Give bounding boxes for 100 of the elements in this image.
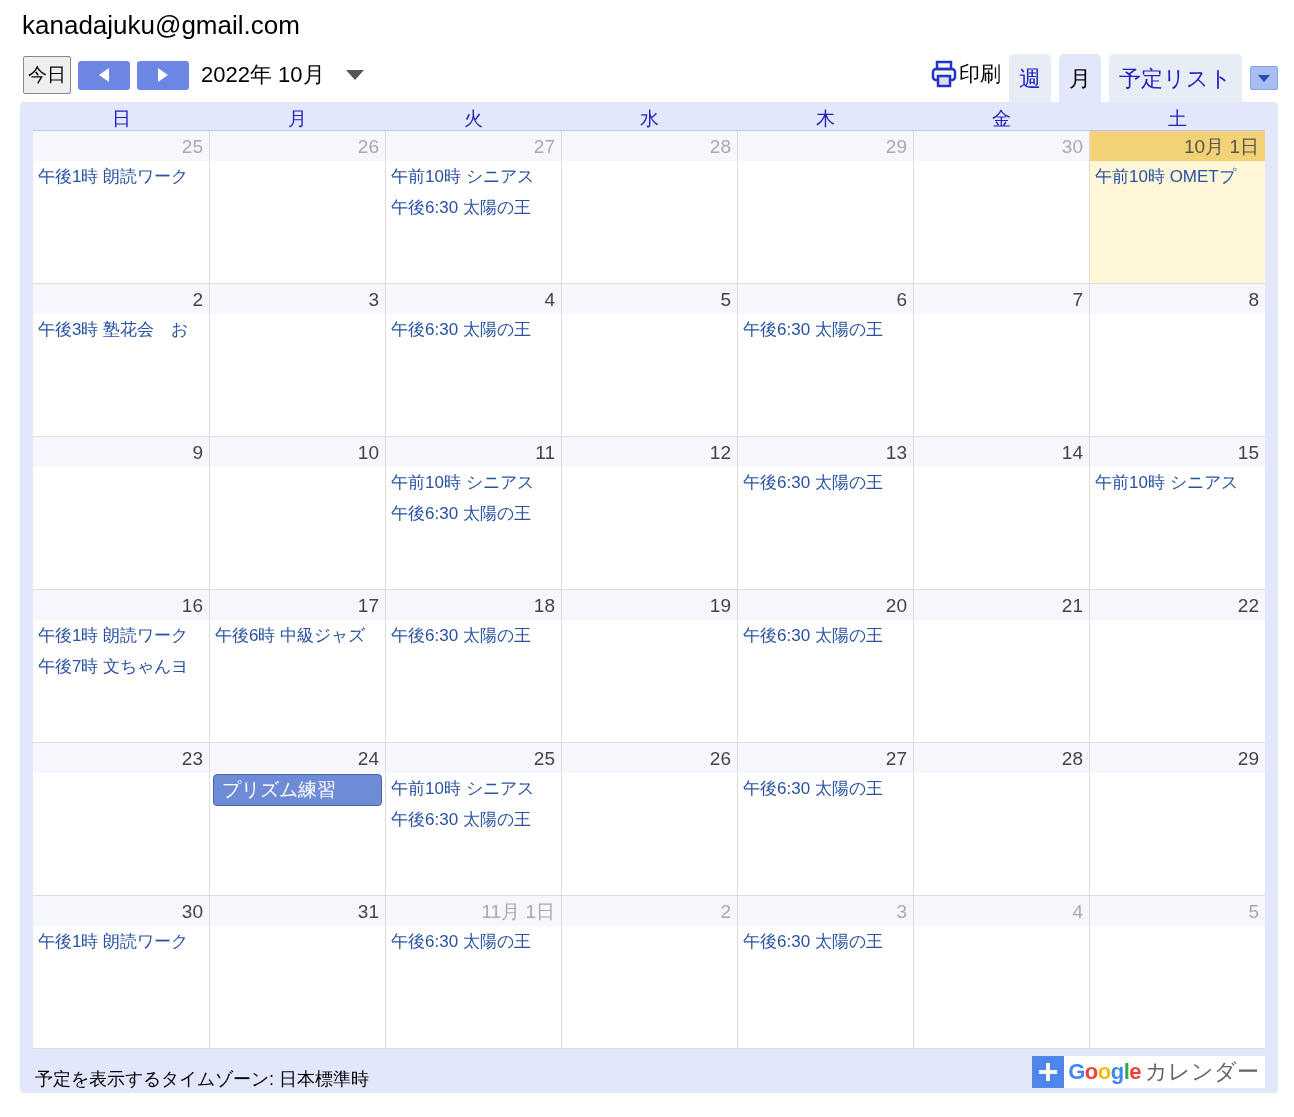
day-cell[interactable]: 18 午後6:30 太陽の王 (385, 590, 561, 742)
day-cell[interactable]: 22 (1089, 590, 1265, 742)
date-number: 24 (210, 743, 385, 773)
view-tab[interactable]: 週 (1009, 54, 1051, 102)
next-button[interactable] (137, 60, 189, 90)
date-number: 31 (210, 896, 385, 926)
event-link[interactable]: 午後6:30 太陽の王 (738, 926, 883, 957)
left-triangle-icon (99, 68, 109, 82)
date-number: 28 (914, 743, 1089, 773)
event-link[interactable]: 午後6:30 太陽の王 (386, 620, 531, 651)
date-number: 25 (33, 131, 209, 161)
event-link[interactable]: 午前10時 シニアス (386, 467, 534, 498)
day-cell[interactable]: 8 (1089, 284, 1265, 436)
date-number: 19 (562, 590, 737, 620)
right-triangle-icon (158, 68, 168, 82)
weekday-header: 土 (1166, 107, 1188, 130)
event-link[interactable]: 午後6時 中級ジャズ (210, 620, 366, 651)
date-number: 21 (914, 590, 1089, 620)
date-number: 10月 1日 (1090, 131, 1265, 161)
day-cell[interactable]: 7 (913, 284, 1089, 436)
date-number: 3 (210, 284, 385, 314)
day-cell[interactable]: 11 午前10時 シニアス 午後6:30 太陽の王 (385, 437, 561, 589)
event-link[interactable]: 午後6:30 太陽の王 (386, 192, 531, 223)
printer-icon (931, 60, 957, 88)
date-number: 27 (738, 743, 913, 773)
day-cell[interactable]: 28 (913, 743, 1089, 895)
today-button[interactable]: 今日 (23, 56, 71, 94)
day-cell[interactable]: 26 (561, 743, 737, 895)
date-number: 20 (738, 590, 913, 620)
day-cell[interactable]: 4 午後6:30 太陽の王 (385, 284, 561, 436)
day-cell[interactable]: 27 午前10時 シニアス 午後6:30 太陽の王 (385, 131, 561, 283)
date-number: 4 (386, 284, 561, 314)
timezone-note: 予定を表示するタイムゾーン: 日本標準時 (35, 1068, 369, 1091)
weekday-header: 月 (286, 107, 308, 130)
day-cell[interactable]: 6 午後6:30 太陽の王 (737, 284, 913, 436)
date-number: 2 (562, 896, 737, 926)
day-cell[interactable]: 14 (913, 437, 1089, 589)
day-cell[interactable]: 5 (561, 284, 737, 436)
print-button[interactable]: 印刷 (931, 60, 1001, 102)
dropdown-button[interactable] (1250, 66, 1278, 90)
day-cell[interactable]: 31 (209, 896, 385, 1048)
event-link[interactable]: 午前10時 シニアス (1090, 467, 1238, 498)
date-number: 13 (738, 437, 913, 467)
previous-button[interactable] (78, 60, 130, 90)
event-link[interactable]: 午後6:30 太陽の王 (738, 314, 883, 345)
weekday-header: 火 (462, 107, 484, 130)
date-number: 14 (914, 437, 1089, 467)
day-cell[interactable]: 11月 1日 午後6:30 太陽の王 (385, 896, 561, 1048)
plus-icon (1032, 1056, 1065, 1088)
event-link[interactable]: 午後6:30 太陽の王 (386, 804, 531, 835)
event-link[interactable]: 午後3時 塾花会 お (33, 314, 189, 345)
view-tab[interactable]: 予定リスト (1109, 54, 1242, 102)
date-number: 18 (386, 590, 561, 620)
event-link[interactable]: 午後6:30 太陽の王 (738, 773, 883, 804)
event-link[interactable]: 午後1時 朗読ワーク (33, 161, 189, 192)
day-cell[interactable]: 24 プリズム練習 (209, 743, 385, 895)
date-number: 7 (914, 284, 1089, 314)
date-number: 29 (1090, 743, 1265, 773)
day-cell[interactable]: 15 午前10時 シニアス (1089, 437, 1265, 589)
weekday-header: 水 (638, 107, 660, 130)
event-link[interactable]: 午後6:30 太陽の王 (386, 498, 531, 529)
day-cell[interactable]: 13 午後6:30 太陽の王 (737, 437, 913, 589)
caret-icon[interactable] (345, 70, 364, 80)
event-link[interactable]: 午前10時 シニアス (386, 161, 534, 192)
day-cell[interactable]: 20 午後6:30 太陽の王 (737, 590, 913, 742)
event-link[interactable]: 午前10時 シニアス (386, 773, 534, 804)
event-link[interactable]: 午後6:30 太陽の王 (738, 620, 883, 651)
day-cell[interactable]: 10月 1日 午前10時 OMETプ (1089, 131, 1265, 283)
event-link[interactable]: 午後1時 朗読ワーク (33, 926, 189, 957)
event-link[interactable]: 午後7時 文ちゃんヨ (33, 651, 189, 682)
event-link[interactable]: 午後1時 朗読ワーク (33, 620, 189, 651)
date-number: 10 (210, 437, 385, 467)
add-to-calendar-badge[interactable]: Google カレンダー (1032, 1056, 1265, 1088)
date-number: 8 (1090, 284, 1265, 314)
day-cell[interactable]: 17 午後6時 中級ジャズ (209, 590, 385, 742)
date-number: 29 (738, 131, 913, 161)
day-cell[interactable]: 21 (913, 590, 1089, 742)
view-tab[interactable]: 月 (1059, 54, 1101, 102)
date-number: 17 (210, 590, 385, 620)
day-cell[interactable]: 10 (209, 437, 385, 589)
event-link[interactable]: 午後6:30 太陽の王 (386, 314, 531, 345)
date-number: 23 (33, 743, 209, 773)
day-cell[interactable]: 27 午後6:30 太陽の王 (737, 743, 913, 895)
date-number: 30 (33, 896, 209, 926)
event-link[interactable]: 午後6:30 太陽の王 (386, 926, 531, 957)
day-cell[interactable]: 12 (561, 437, 737, 589)
day-cell[interactable]: 3 (209, 284, 385, 436)
date-number: 16 (33, 590, 209, 620)
day-cell[interactable]: 3 午後6:30 太陽の王 (737, 896, 913, 1048)
day-cell[interactable]: 25 午前10時 シニアス 午後6:30 太陽の王 (385, 743, 561, 895)
event-link[interactable]: 午前10時 OMETプ (1090, 161, 1236, 192)
date-number: 9 (33, 437, 209, 467)
day-cell[interactable]: 19 (561, 590, 737, 742)
day-cell[interactable]: 29 (1089, 743, 1265, 895)
date-number: 6 (738, 284, 913, 314)
event-link[interactable]: 午後6:30 太陽の王 (738, 467, 883, 498)
date-number: 25 (386, 743, 561, 773)
date-number: 30 (914, 131, 1089, 161)
date-number: 3 (738, 896, 913, 926)
date-number: 28 (562, 131, 737, 161)
